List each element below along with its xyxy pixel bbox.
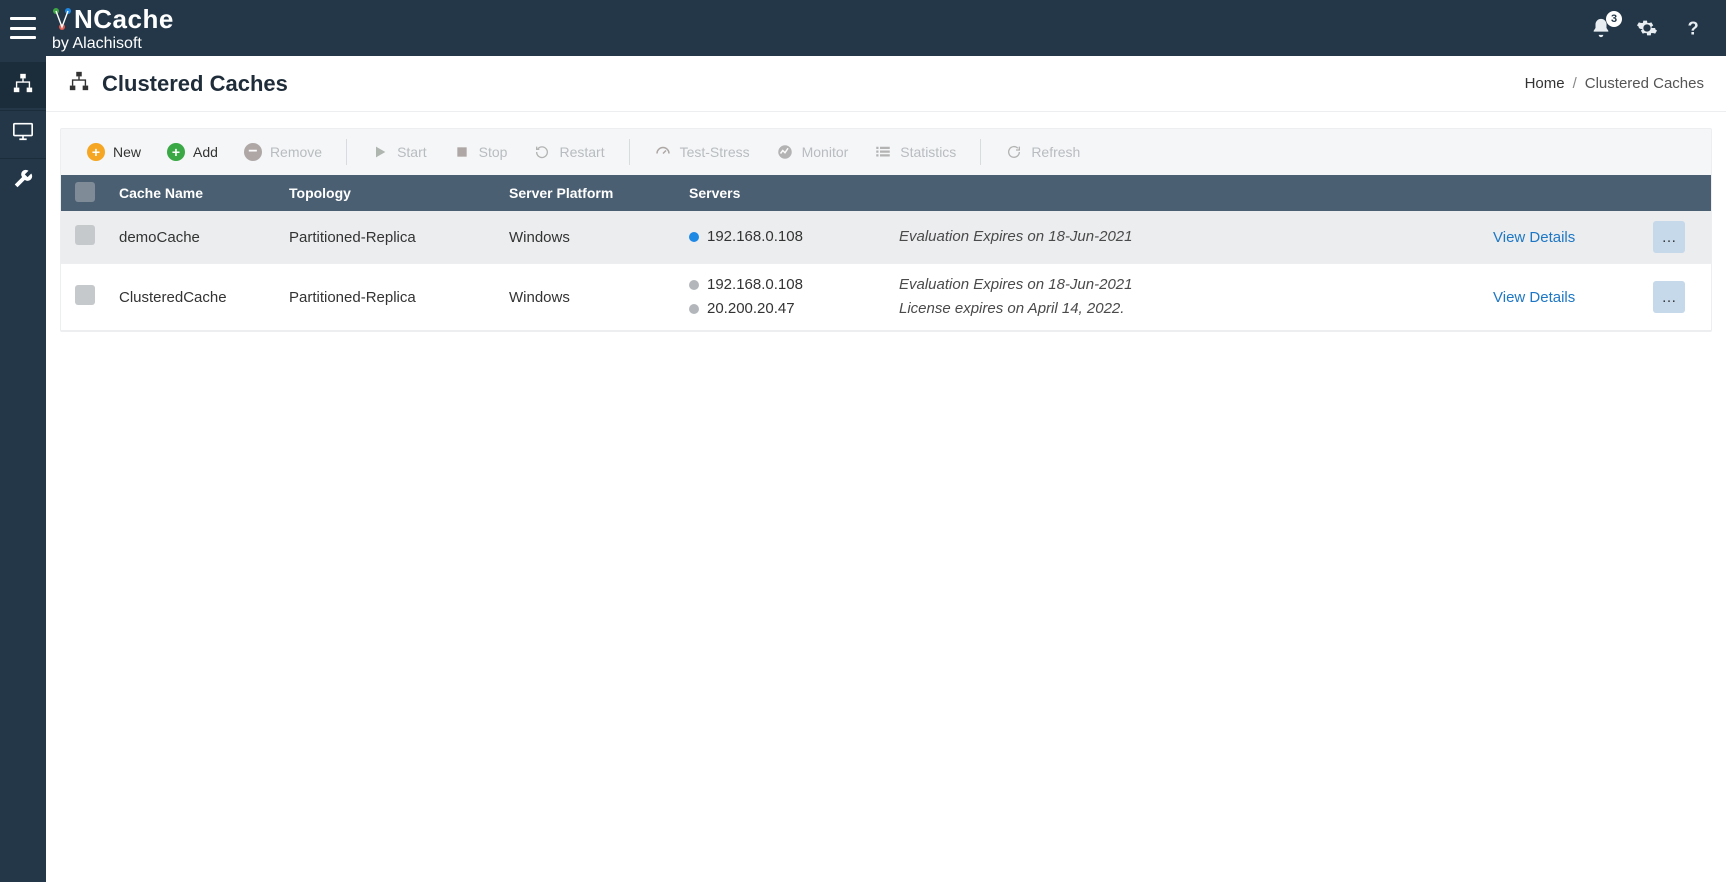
status-text: Evaluation Expires on 18-Jun-2021 <box>899 226 1489 248</box>
col-topology: Topology <box>287 185 507 201</box>
test-stress-button[interactable]: Test-Stress <box>646 139 758 165</box>
ellipsis-icon: … <box>1662 289 1677 306</box>
cache-platform: Windows <box>507 289 687 306</box>
logo-mark-icon <box>52 7 72 31</box>
page-title: Clustered Caches <box>102 71 288 97</box>
table-row: demoCachePartitioned-ReplicaWindows 192.1… <box>61 211 1711 264</box>
row-checkbox[interactable] <box>75 225 95 245</box>
row-more-button[interactable]: … <box>1653 221 1685 253</box>
stop-icon <box>453 143 471 161</box>
new-label: New <box>113 144 141 160</box>
table-body: demoCachePartitioned-ReplicaWindows192.1… <box>61 211 1711 331</box>
cache-servers: 192.168.0.108 <box>687 226 897 248</box>
cache-platform: Windows <box>507 229 687 246</box>
status-dot-icon <box>689 232 699 242</box>
brand-name: NCache <box>74 4 174 35</box>
gauge-icon <box>654 143 672 161</box>
cache-status: Evaluation Expires on 18-Jun-2021 <box>897 226 1491 248</box>
remove-button[interactable]: − Remove <box>236 139 330 165</box>
select-all-checkbox[interactable] <box>75 182 95 202</box>
status-text: License expires on April 14, 2022. <box>899 298 1489 320</box>
add-button[interactable]: + Add <box>159 139 226 165</box>
ellipsis-icon: … <box>1662 229 1677 246</box>
wrench-icon <box>12 168 34 195</box>
refresh-icon <box>1005 143 1023 161</box>
help-icon[interactable]: ? <box>1682 17 1704 39</box>
col-servers: Servers <box>687 185 897 201</box>
refresh-button[interactable]: Refresh <box>997 139 1088 165</box>
cache-topology: Partitioned-Replica <box>287 289 507 306</box>
view-details-link[interactable]: View Details <box>1493 229 1575 246</box>
sidebar <box>0 56 46 882</box>
stop-label: Stop <box>479 144 508 160</box>
refresh-label: Refresh <box>1031 144 1080 160</box>
cache-name: demoCache <box>117 229 287 246</box>
monitor-button[interactable]: Monitor <box>768 139 857 165</box>
breadcrumb-home[interactable]: Home <box>1525 75 1565 92</box>
breadcrumb: Home / Clustered Caches <box>1525 75 1704 92</box>
plus-circle-icon: + <box>167 143 185 161</box>
bell-icon[interactable]: 3 <box>1590 17 1612 39</box>
col-platform: Server Platform <box>507 185 687 201</box>
test-label: Test-Stress <box>680 144 750 160</box>
server-ip: 20.200.20.47 <box>707 298 795 320</box>
toolbar-separator <box>629 139 630 165</box>
statistics-button[interactable]: Statistics <box>866 139 964 165</box>
brand-byline: by Alachisoft <box>52 35 174 53</box>
play-icon <box>371 143 389 161</box>
start-button[interactable]: Start <box>363 139 435 165</box>
sitemap-icon <box>68 70 90 97</box>
col-name: Cache Name <box>117 185 287 201</box>
row-checkbox[interactable] <box>75 285 95 305</box>
toolbar-separator <box>980 139 981 165</box>
status-dot-icon <box>689 304 699 314</box>
svg-text:?: ? <box>1688 17 1699 38</box>
minus-circle-icon: − <box>244 143 262 161</box>
cache-name: ClusteredCache <box>117 289 287 306</box>
cache-status: Evaluation Expires on 18-Jun-2021License… <box>897 274 1491 320</box>
breadcrumb-current: Clustered Caches <box>1585 75 1704 92</box>
chart-icon <box>776 143 794 161</box>
table-header: Cache Name Topology Server Platform Serv… <box>61 175 1711 211</box>
view-details-link[interactable]: View Details <box>1493 289 1575 306</box>
monitor-label: Monitor <box>802 144 849 160</box>
brand-logo[interactable]: NCache by Alachisoft <box>52 4 174 53</box>
list-icon <box>874 143 892 161</box>
breadcrumb-sep: / <box>1573 75 1577 92</box>
stop-button[interactable]: Stop <box>445 139 516 165</box>
restart-button[interactable]: Restart <box>525 139 612 165</box>
status-dot-icon <box>689 280 699 290</box>
server-ip: 192.168.0.108 <box>707 274 803 296</box>
sidebar-item-local[interactable] <box>0 110 46 156</box>
gear-icon[interactable] <box>1636 17 1658 39</box>
toolbar: + New + Add − Remove Start <box>61 129 1711 175</box>
stats-label: Statistics <box>900 144 956 160</box>
notification-badge: 3 <box>1606 11 1622 27</box>
start-label: Start <box>397 144 427 160</box>
sitemap-icon <box>12 72 34 99</box>
new-button[interactable]: + New <box>79 139 149 165</box>
cache-servers: 192.168.0.10820.200.20.47 <box>687 274 897 320</box>
restart-label: Restart <box>559 144 604 160</box>
cache-list-card: + New + Add − Remove Start <box>60 128 1712 332</box>
toolbar-separator <box>346 139 347 165</box>
table-row: ClusteredCachePartitioned-ReplicaWindows… <box>61 264 1711 331</box>
monitor-icon <box>12 120 34 147</box>
restart-icon <box>533 143 551 161</box>
sidebar-item-tools[interactable] <box>0 158 46 204</box>
server-ip: 192.168.0.108 <box>707 226 803 248</box>
row-more-button[interactable]: … <box>1653 281 1685 313</box>
hamburger-menu[interactable] <box>10 17 36 39</box>
sidebar-item-clustered[interactable] <box>0 62 46 108</box>
status-text: Evaluation Expires on 18-Jun-2021 <box>899 274 1489 296</box>
plus-circle-icon: + <box>87 143 105 161</box>
page-header: Clustered Caches Home / Clustered Caches <box>46 56 1726 112</box>
remove-label: Remove <box>270 144 322 160</box>
add-label: Add <box>193 144 218 160</box>
topbar: NCache by Alachisoft 3 ? <box>0 0 1726 56</box>
cache-topology: Partitioned-Replica <box>287 229 507 246</box>
